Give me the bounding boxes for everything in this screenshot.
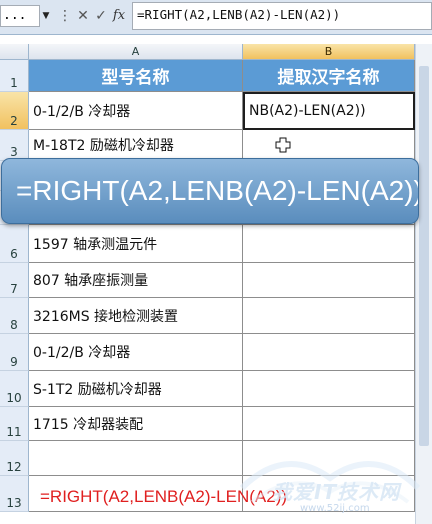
table-cell[interactable] <box>243 334 415 371</box>
column-header-b[interactable]: B <box>243 44 415 60</box>
row-header[interactable]: 13 <box>0 476 29 512</box>
name-box[interactable]: ... <box>0 5 40 27</box>
header-cell[interactable]: 型号名称 <box>29 60 243 92</box>
watermark-url: www.52ij.com <box>300 503 370 514</box>
row-header[interactable]: 10 <box>0 371 29 407</box>
row-header[interactable]: 2 <box>0 92 29 130</box>
select-all-corner[interactable] <box>0 44 29 60</box>
table-cell[interactable]: M-18T2 励磁机冷却器 <box>29 130 243 161</box>
formula-callout: =RIGHT(A2,LENB(A2)-LEN(A2)) <box>1 158 419 224</box>
row-header[interactable]: 8 <box>0 298 29 334</box>
row-header[interactable]: 12 <box>0 441 29 476</box>
row-header[interactable]: 3 <box>0 130 29 161</box>
table-cell[interactable]: 0-1/2/B 冷却器 <box>29 334 243 371</box>
cancel-icon[interactable]: ✕ <box>74 6 92 26</box>
enter-icon[interactable]: ✓ <box>92 6 110 26</box>
table-cell[interactable] <box>243 298 415 334</box>
table-cell[interactable]: 1597 轴承测温元件 <box>29 225 243 263</box>
formula-buttons: ⋮ ✕ ✓ fx <box>56 6 128 26</box>
table-cell[interactable] <box>243 371 415 407</box>
chevron-down-icon[interactable]: ▼ <box>40 5 52 27</box>
column-header-a[interactable]: A <box>29 44 243 60</box>
table-cell[interactable] <box>243 225 415 263</box>
watermark-text: 我爱IT技术网 <box>272 480 401 504</box>
cell-cursor-icon <box>275 137 291 153</box>
row-header[interactable]: 9 <box>0 334 29 371</box>
row-header[interactable]: 11 <box>0 407 29 441</box>
row-header[interactable]: 7 <box>0 263 29 298</box>
scrollbar-thumb[interactable] <box>419 66 429 446</box>
row-header[interactable]: 6 <box>0 225 29 263</box>
table-cell[interactable]: 0-1/2/B 冷却器 <box>29 92 243 130</box>
table-cell[interactable]: 3216MS 接地检测装置 <box>29 298 243 334</box>
header-cell[interactable]: 提取汉字名称 <box>243 60 415 92</box>
active-cell[interactable]: NB(A2)-LEN(A2)) <box>243 92 415 130</box>
table-cell[interactable]: 807 轴承座振测量 <box>29 263 243 298</box>
more-icon[interactable]: ⋮ <box>56 6 74 26</box>
table-cell[interactable] <box>243 407 415 441</box>
table-cell[interactable]: 1715 冷却器装配 <box>29 407 243 441</box>
table-cell[interactable] <box>29 441 243 476</box>
formula-bar: ... ▼ ⋮ ✕ ✓ fx =RIGHT(A2,LENB(A2)-LEN(A2… <box>0 0 432 35</box>
table-cell[interactable] <box>243 263 415 298</box>
insert-function-icon[interactable]: fx <box>110 6 128 26</box>
row-header[interactable]: 1 <box>0 60 29 92</box>
table-cell[interactable]: S-1T2 励磁机冷却器 <box>29 371 243 407</box>
formula-input[interactable]: =RIGHT(A2,LENB(A2)-LEN(A2)) <box>132 2 432 30</box>
table-cell[interactable] <box>243 130 415 161</box>
